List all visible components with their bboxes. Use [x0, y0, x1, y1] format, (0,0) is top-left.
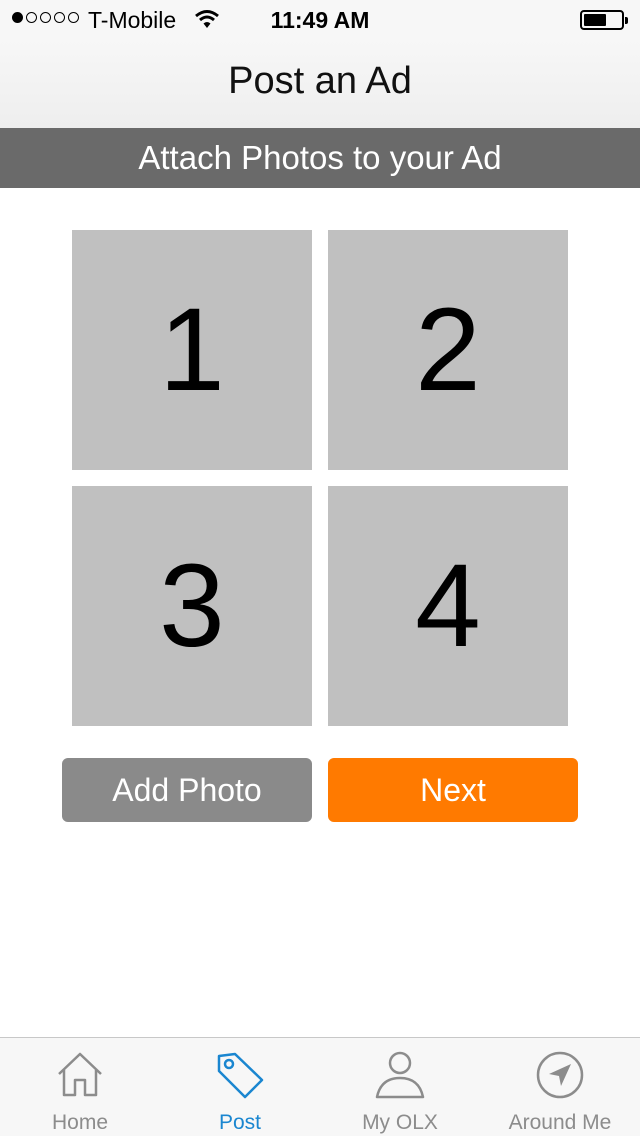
- tab-around-me[interactable]: Around Me: [480, 1038, 640, 1137]
- photo-slot-4[interactable]: 4: [328, 486, 568, 726]
- tab-home[interactable]: Home: [0, 1038, 160, 1137]
- tab-my-olx[interactable]: My OLX: [320, 1038, 480, 1137]
- photo-slot-2[interactable]: 2: [328, 230, 568, 470]
- tab-home-label: Home: [51, 1111, 109, 1134]
- compass-icon: [535, 1050, 585, 1100]
- status-bar: T-Mobile 11:49 AM: [0, 0, 640, 40]
- next-button[interactable]: Next: [328, 758, 578, 822]
- home-icon: [55, 1050, 105, 1100]
- tab-post[interactable]: Post: [160, 1038, 320, 1137]
- photo-slot-3[interactable]: 3: [72, 486, 312, 726]
- tab-around-me-label: Around Me: [508, 1111, 612, 1134]
- tab-post-label: Post: [218, 1111, 262, 1134]
- battery-icon: [580, 10, 628, 30]
- section-header: Attach Photos to your Ad: [0, 128, 640, 188]
- add-photo-button[interactable]: Add Photo: [62, 758, 312, 822]
- page-title: Post an Ad: [228, 60, 412, 102]
- photo-slot-1[interactable]: 1: [72, 230, 312, 470]
- navigation-bar: Post an Ad: [0, 40, 640, 128]
- status-time: 11:49 AM: [270, 7, 370, 33]
- person-icon: [375, 1050, 425, 1100]
- tab-bar: Home Post My OLX Around Me: [0, 1037, 640, 1136]
- tag-icon: [215, 1050, 265, 1100]
- tab-my-olx-label: My OLX: [362, 1111, 438, 1134]
